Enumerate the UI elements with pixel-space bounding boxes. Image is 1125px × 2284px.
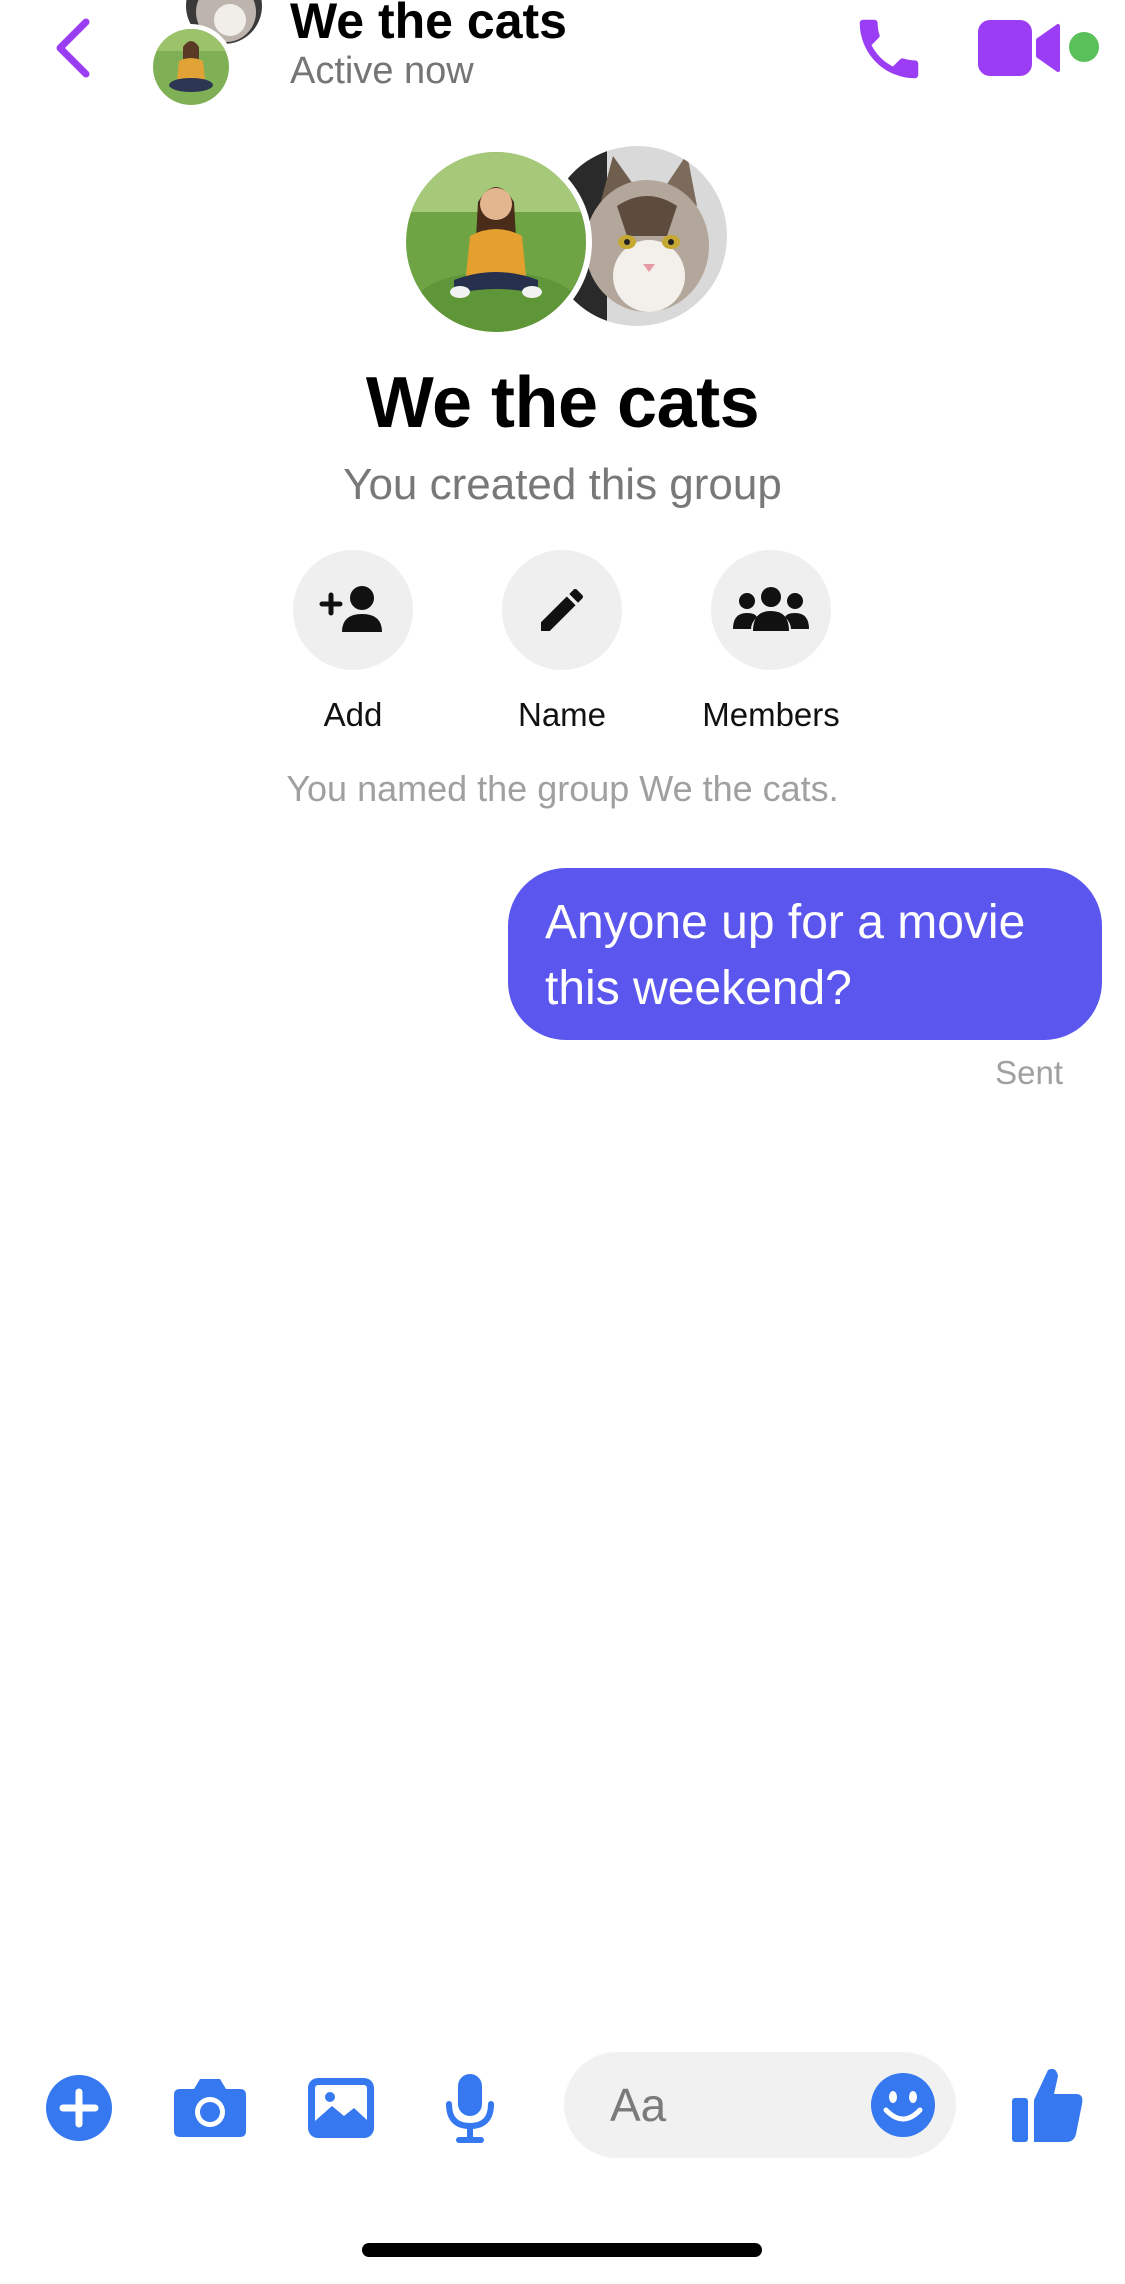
audio-call-button[interactable] <box>850 10 928 88</box>
group-subtitle: You created this group <box>343 460 782 509</box>
voice-message-button[interactable] <box>440 2068 500 2148</box>
pencil-icon <box>502 550 622 670</box>
name-label: Name <box>517 696 607 733</box>
message-composer[interactable] <box>564 2052 956 2158</box>
home-indicator <box>362 2243 762 2257</box>
group-people-icon <box>711 550 831 670</box>
emoji-icon <box>871 2073 935 2137</box>
members-label: Members <box>702 696 840 733</box>
chevron-left-icon <box>56 18 90 78</box>
add-person-icon <box>293 550 413 670</box>
image-icon <box>308 2078 374 2138</box>
rename-group-button[interactable]: Name <box>472 550 652 734</box>
add-member-button[interactable]: Add <box>263 550 443 734</box>
message-input[interactable] <box>610 2072 850 2138</box>
members-button[interactable]: Members <box>681 550 861 734</box>
active-status: Active now <box>290 50 474 92</box>
group-avatar-person[interactable] <box>400 146 592 338</box>
video-camera-icon <box>978 20 1060 76</box>
conversation-title[interactable]: We the cats <box>290 0 567 50</box>
message-status: Sent <box>995 1054 1063 1091</box>
online-indicator <box>1069 32 1099 62</box>
thumbs-up-icon <box>1012 2068 1083 2142</box>
group-name: We the cats <box>365 363 760 443</box>
more-actions-button[interactable] <box>44 2068 114 2148</box>
like-button[interactable] <box>1010 2064 1086 2144</box>
phone-icon <box>859 19 919 79</box>
outgoing-message-bubble[interactable]: Anyone up for a movie this weekend? <box>508 868 1102 1040</box>
microphone-icon <box>446 2074 494 2143</box>
plus-icon <box>46 2075 112 2141</box>
camera-icon <box>174 2079 246 2137</box>
add-label: Add <box>323 696 383 733</box>
emoji-button[interactable] <box>870 2072 936 2138</box>
gallery-button[interactable] <box>304 2068 378 2148</box>
camera-button[interactable] <box>170 2068 250 2148</box>
video-call-button[interactable] <box>976 16 1062 80</box>
back-button[interactable] <box>50 8 100 88</box>
header-avatar-person[interactable] <box>148 24 234 110</box>
system-message: You named the group We the cats. <box>286 768 839 809</box>
